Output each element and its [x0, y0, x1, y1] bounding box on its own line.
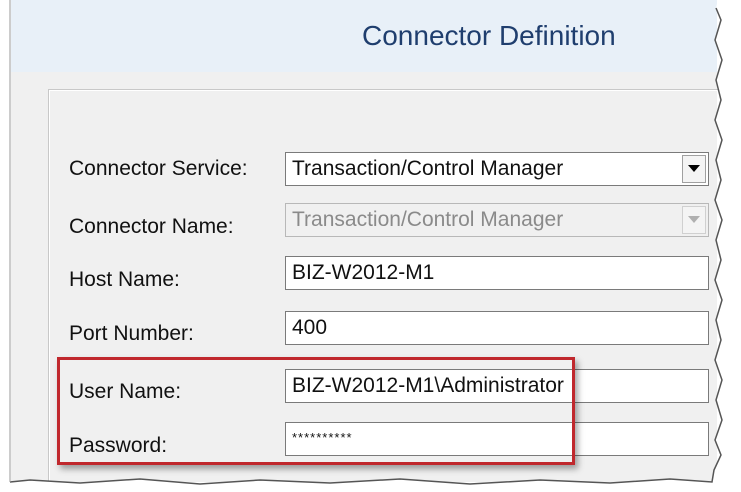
torn-edge-frame: [0, 0, 741, 492]
